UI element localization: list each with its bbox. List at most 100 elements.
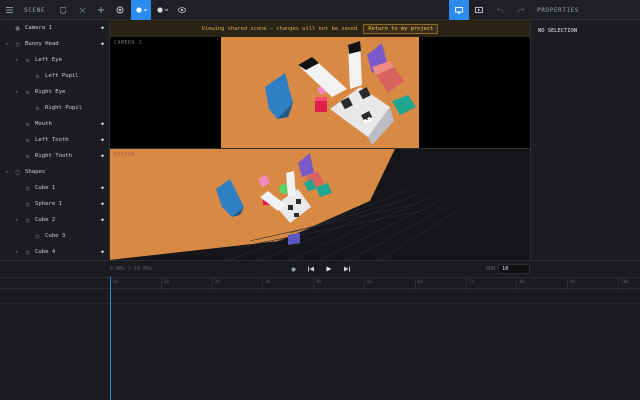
scene-tree-item-label: Left Pupil bbox=[45, 73, 79, 79]
diamond-icon: ◇ bbox=[25, 136, 30, 144]
editor-viewport-label: EDITOR bbox=[114, 152, 136, 158]
scene-tree-item[interactable]: ○ Cube 3 bbox=[0, 228, 109, 244]
properties-title: PROPERTIES bbox=[537, 6, 580, 14]
track-divider bbox=[0, 303, 640, 304]
diamond-icon: ◇ bbox=[25, 56, 30, 64]
ruler-tick-label: 7s bbox=[468, 280, 475, 285]
visibility-diamond-icon[interactable]: ◆ bbox=[101, 185, 104, 191]
duration-input[interactable] bbox=[498, 264, 530, 274]
ruler-tick-label: 3s bbox=[265, 280, 271, 285]
square-icon: □ bbox=[15, 168, 20, 176]
scene-tree-item[interactable]: ▸ ◇ Left Eye bbox=[0, 52, 109, 68]
scene-tree-item[interactable]: ◇ Mouth ◆ bbox=[0, 116, 109, 132]
scene-tree-item-label: Sphere 1 bbox=[35, 201, 62, 207]
diamond-icon: ◇ bbox=[25, 88, 30, 96]
scene-tree-item-label: Bunny Head bbox=[25, 41, 59, 47]
scene-tree-item-label: Right Tooth bbox=[35, 153, 73, 159]
undo-icon[interactable] bbox=[493, 0, 507, 20]
shield-icon[interactable] bbox=[56, 0, 70, 20]
ruler-tick bbox=[313, 278, 315, 290]
scene-tree-item-label: Cube 4 bbox=[35, 249, 56, 255]
ruler-tick-label: 2s bbox=[214, 280, 221, 285]
visibility-diamond-icon[interactable]: ◆ bbox=[101, 25, 104, 31]
scene-tree-item[interactable]: ▸ ○ Cube 4 ◆ bbox=[0, 244, 109, 260]
scene-tree-item[interactable]: ▸ □ Shapes bbox=[0, 164, 109, 180]
scene-tree-item[interactable]: ▸ ○ Cube 2 ◆ bbox=[0, 212, 109, 228]
editor-viewport[interactable]: EDITOR bbox=[110, 149, 530, 260]
playhead[interactable] bbox=[110, 277, 111, 400]
circle-icon: ○ bbox=[15, 40, 20, 48]
duration-label: DUR bbox=[486, 266, 496, 272]
ruler-tick bbox=[211, 278, 213, 290]
timeline-panel: 0.00s / 10.00s DUR 0s 1s 2s 3s 4s 5s 6s 7s 8s 9s 1… bbox=[0, 260, 640, 400]
scene-tree-item-label: Right Pupil bbox=[45, 105, 83, 111]
editor-shadow-cube bbox=[288, 233, 300, 245]
ruler-tick-label: 4s bbox=[316, 280, 322, 285]
scene-tree-item[interactable]: ▣ Camera 1 ◆ bbox=[0, 20, 109, 36]
scene-tree-item-label: Cube 1 bbox=[35, 185, 56, 191]
scene-tree-item[interactable]: ○ Sphere 1 ◆ bbox=[0, 196, 109, 212]
timeline-controls: 0.00s / 10.00s DUR bbox=[0, 261, 640, 277]
expand-toggle-icon[interactable]: ▸ bbox=[14, 57, 20, 63]
scene-tree-item[interactable]: ▸ ◇ Right Eye bbox=[0, 84, 109, 100]
scene-tree-item[interactable]: ○ Cube 1 ◆ bbox=[0, 180, 109, 196]
ruler-tick-label: 0s bbox=[113, 280, 119, 285]
scene-tree-item-label: Camera 1 bbox=[25, 25, 52, 31]
ruler-tick bbox=[414, 278, 416, 290]
skip-back-icon[interactable] bbox=[304, 263, 318, 275]
plus-icon[interactable] bbox=[94, 0, 108, 20]
monitor-icon[interactable] bbox=[449, 0, 469, 20]
camera-viewport[interactable]: CAMERA 1 bbox=[110, 37, 530, 148]
scene-tree-item-label: Left Eye bbox=[35, 57, 62, 63]
shared-scene-banner: Viewing shared scene — changes will not … bbox=[110, 20, 530, 37]
visibility-diamond-icon[interactable]: ◆ bbox=[101, 217, 104, 223]
circle-icon: ○ bbox=[25, 200, 30, 208]
no-selection-text: NO SELECTION bbox=[538, 28, 577, 34]
circle-icon: ○ bbox=[35, 232, 40, 240]
expand-toggle-icon[interactable]: ▸ bbox=[14, 89, 20, 95]
scene-tree-item[interactable]: ◇ Left Pupil bbox=[0, 68, 109, 84]
camera-icon: ▣ bbox=[15, 24, 20, 32]
visibility-diamond-icon[interactable]: ◆ bbox=[101, 41, 104, 47]
camera-viewport-label: CAMERA 1 bbox=[114, 40, 143, 46]
visibility-diamond-icon[interactable]: ◆ bbox=[101, 153, 104, 159]
visibility-diamond-icon[interactable]: ◆ bbox=[101, 249, 104, 255]
diamond-icon: ◇ bbox=[25, 120, 30, 128]
ruler-tick-label: 5s bbox=[367, 280, 373, 285]
visibility-diamond-icon[interactable]: ◆ bbox=[101, 137, 104, 143]
shape-tool-dropdown[interactable] bbox=[131, 0, 151, 20]
ruler-tick bbox=[262, 278, 264, 290]
visibility-diamond-icon[interactable]: ◆ bbox=[101, 201, 104, 207]
diamond-icon: ◇ bbox=[35, 104, 40, 112]
scene-tree-item[interactable]: ◇ Right Pupil bbox=[0, 100, 109, 116]
ruler-tick-label: 1s bbox=[163, 280, 170, 285]
record-dot-icon[interactable] bbox=[286, 263, 300, 275]
ruler-tick bbox=[465, 278, 467, 290]
crosshair-icon[interactable] bbox=[113, 0, 127, 20]
hamburger-menu-icon[interactable] bbox=[2, 0, 16, 20]
visibility-diamond-icon[interactable]: ◆ bbox=[101, 121, 104, 127]
eye-icon[interactable] bbox=[175, 0, 189, 20]
play-icon[interactable] bbox=[322, 263, 336, 275]
ruler-tick-label: 10s bbox=[621, 280, 630, 285]
expand-toggle-icon[interactable]: ▸ bbox=[4, 169, 10, 175]
scene-tree-item[interactable]: ◇ Left Tooth ◆ bbox=[0, 132, 109, 148]
diamond-icon: ◇ bbox=[35, 72, 40, 80]
circle-icon: ○ bbox=[25, 184, 30, 192]
ruler-tick bbox=[567, 278, 569, 290]
expand-toggle-icon[interactable]: ▸ bbox=[14, 217, 20, 223]
circle-icon: ○ bbox=[25, 248, 30, 256]
redo-icon[interactable] bbox=[513, 0, 527, 20]
expand-toggle-icon[interactable]: ▸ bbox=[4, 41, 10, 47]
scene-tree-item[interactable]: ▸ ○ Bunny Head ◆ bbox=[0, 36, 109, 52]
skip-forward-icon[interactable] bbox=[340, 263, 354, 275]
return-to-project-button[interactable]: Return to my project bbox=[363, 23, 439, 34]
scene-tree-item[interactable]: ◇ Right Tooth ◆ bbox=[0, 148, 109, 164]
close-icon[interactable] bbox=[75, 0, 89, 20]
expand-toggle-icon[interactable]: ▸ bbox=[14, 249, 20, 255]
timeline-ruler[interactable]: 0s 1s 2s 3s 4s 5s 6s 7s 8s 9s 10s bbox=[0, 277, 640, 290]
video-icon[interactable] bbox=[472, 0, 486, 20]
ruler-tick bbox=[618, 278, 619, 290]
material-tool-dropdown[interactable] bbox=[153, 0, 171, 20]
scene-tree-item-label: Left Tooth bbox=[35, 137, 69, 143]
